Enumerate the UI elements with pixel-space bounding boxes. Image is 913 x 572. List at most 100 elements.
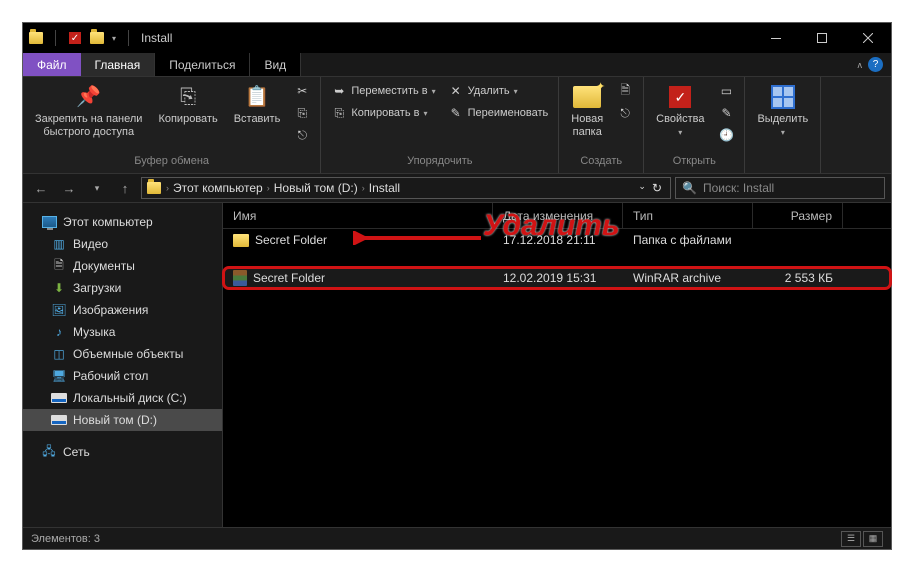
ribbon: 📌 Закрепить на панели быстрого доступа ⎘… <box>23 77 891 173</box>
delete-button[interactable]: ✕Удалить▾ <box>444 81 553 101</box>
moveto-button[interactable]: ➥Переместить в▾ <box>327 81 439 101</box>
separator <box>128 30 129 46</box>
col-type[interactable]: Тип <box>623 203 753 228</box>
qat-properties-icon[interactable]: ✓ <box>68 31 82 45</box>
copypath-icon: ⎘ <box>294 105 310 121</box>
open-button[interactable]: ▭ <box>714 81 738 101</box>
clipboard-group-label: Буфер обмена <box>29 155 314 173</box>
open-icon: ▭ <box>718 83 734 99</box>
recent-button[interactable]: ▾ <box>85 176 109 200</box>
separator <box>55 30 56 46</box>
sidebar-item-disk-d[interactable]: Новый том (D:) <box>23 409 222 431</box>
ribbon-collapse-icon[interactable]: ʌ <box>858 60 863 70</box>
sidebar-item-videos[interactable]: ▥Видео <box>23 233 222 255</box>
sidebar-item-disk-c[interactable]: Локальный диск (C:) <box>23 387 222 409</box>
newitem-button[interactable]: 🗎 <box>613 81 637 101</box>
pin-button[interactable]: 📌 Закрепить на панели быстрого доступа <box>29 79 148 143</box>
view-details-icon[interactable]: ☰ <box>841 531 861 547</box>
column-headers[interactable]: Имя Дата изменения Тип Размер <box>223 203 891 229</box>
dropdown-icon[interactable]: ⌄ <box>638 181 646 195</box>
sidebar-item-thispc[interactable]: Этот компьютер <box>23 211 222 233</box>
newitem-icon: 🗎 <box>617 83 633 99</box>
path-thispc[interactable]: Этот компьютер <box>173 181 263 195</box>
cut-button[interactable]: ✂ <box>290 81 314 101</box>
close-button[interactable] <box>845 23 891 53</box>
address-bar: ← → ▾ ↑ › Этот компьютер › Новый том (D:… <box>23 173 891 203</box>
paste-button[interactable]: 📋 Вставить <box>228 79 287 130</box>
search-input[interactable]: 🔍 Поиск: Install <box>675 177 885 199</box>
folder-icon <box>233 234 249 247</box>
col-name[interactable]: Имя <box>223 203 493 228</box>
easyaccess-icon: ⎋ <box>617 105 633 121</box>
sidebar-item-desktop[interactable]: 🖥Рабочий стол <box>23 365 222 387</box>
sidebar-item-documents[interactable]: 🗎Документы <box>23 255 222 277</box>
up-button[interactable]: ↑ <box>113 176 137 200</box>
pictures-icon: 🖼 <box>51 302 67 318</box>
titlebar[interactable]: ✓ ▾ Install <box>23 23 891 53</box>
objects3d-icon: ◫ <box>51 346 67 362</box>
path-folder[interactable]: Install <box>369 181 400 195</box>
col-date[interactable]: Дата изменения <box>493 203 623 228</box>
chevron-right-icon[interactable]: › <box>265 183 272 193</box>
music-icon: ♪ <box>51 324 67 340</box>
open-group-label: Открыть <box>650 155 738 173</box>
chevron-right-icon[interactable]: › <box>360 183 367 193</box>
menubar: Файл Главная Поделиться Вид ʌ ? <box>23 53 891 77</box>
select-group-label <box>751 155 814 173</box>
file-row-selected[interactable]: Secret Folder 12.02.2019 15:31 WinRAR ar… <box>223 267 891 289</box>
videos-icon: ▥ <box>51 236 67 252</box>
minimize-button[interactable] <box>753 23 799 53</box>
delete-icon: ✕ <box>448 83 464 99</box>
copy-button[interactable]: ⎘ Копировать <box>152 79 223 130</box>
select-icon <box>769 83 797 111</box>
path-volume[interactable]: Новый том (D:) <box>274 181 358 195</box>
edit-icon: ✎ <box>718 105 734 121</box>
drive-icon <box>51 390 67 406</box>
copypath-button[interactable]: ⎘ <box>290 103 314 123</box>
sidebar-item-3dobjects[interactable]: ◫Объемные объекты <box>23 343 222 365</box>
status-count: Элементов: 3 <box>31 533 100 545</box>
sidebar-item-network[interactable]: 🖧Сеть <box>23 441 222 463</box>
menu-file[interactable]: Файл <box>23 53 81 76</box>
sidebar-item-music[interactable]: ♪Музыка <box>23 321 222 343</box>
documents-icon: 🗎 <box>51 258 67 274</box>
back-button[interactable]: ← <box>29 176 53 200</box>
view-large-icon[interactable]: ▦ <box>863 531 883 547</box>
network-icon: 🖧 <box>41 444 57 460</box>
sidebar-item-pictures[interactable]: 🖼Изображения <box>23 299 222 321</box>
forward-button[interactable]: → <box>57 176 81 200</box>
col-size[interactable]: Размер <box>753 203 843 228</box>
rename-button[interactable]: ✎Переименовать <box>444 103 553 123</box>
select-button[interactable]: Выделить▾ <box>751 79 814 142</box>
tab-home[interactable]: Главная <box>81 53 156 76</box>
qat-dropdown-icon[interactable]: ▾ <box>112 34 116 43</box>
maximize-button[interactable] <box>799 23 845 53</box>
sidebar-item-downloads[interactable]: ⬇Загрузки <box>23 277 222 299</box>
window-title: Install <box>141 31 172 45</box>
refresh-icon[interactable]: ↻ <box>652 181 662 195</box>
archive-icon <box>233 270 247 286</box>
file-row[interactable]: Secret Folder 17.12.2018 21:11 Папка с ф… <box>223 229 891 251</box>
paste-icon: 📋 <box>243 83 271 111</box>
file-explorer-window: ✓ ▾ Install Файл Главная Поделиться Вид … <box>22 22 892 550</box>
help-icon[interactable]: ? <box>868 57 883 72</box>
chevron-right-icon[interactable]: › <box>164 183 171 193</box>
qat-newfolder-icon[interactable] <box>90 31 104 45</box>
create-group-label: Создать <box>565 155 637 173</box>
tab-view[interactable]: Вид <box>250 53 301 76</box>
newfolder-icon <box>573 83 601 111</box>
copyto-button[interactable]: ⎘Копировать в▾ <box>327 103 439 123</box>
cut-icon: ✂ <box>294 83 310 99</box>
history-button[interactable]: 🕘 <box>714 125 738 145</box>
paste-shortcut-button[interactable]: ⎋ <box>290 125 314 145</box>
edit-button[interactable]: ✎ <box>714 103 738 123</box>
tab-share[interactable]: Поделиться <box>155 53 250 76</box>
folder-icon <box>146 180 162 196</box>
easyaccess-button[interactable]: ⎋ <box>613 103 637 123</box>
breadcrumb[interactable]: › Этот компьютер › Новый том (D:) › Inst… <box>141 177 671 199</box>
shortcut-icon: ⎋ <box>294 127 310 143</box>
organize-group-label: Упорядочить <box>327 155 552 173</box>
copyto-icon: ⎘ <box>331 105 347 121</box>
newfolder-button[interactable]: Новая папка <box>565 79 609 143</box>
properties-button[interactable]: ✓ Свойства▾ <box>650 79 710 142</box>
